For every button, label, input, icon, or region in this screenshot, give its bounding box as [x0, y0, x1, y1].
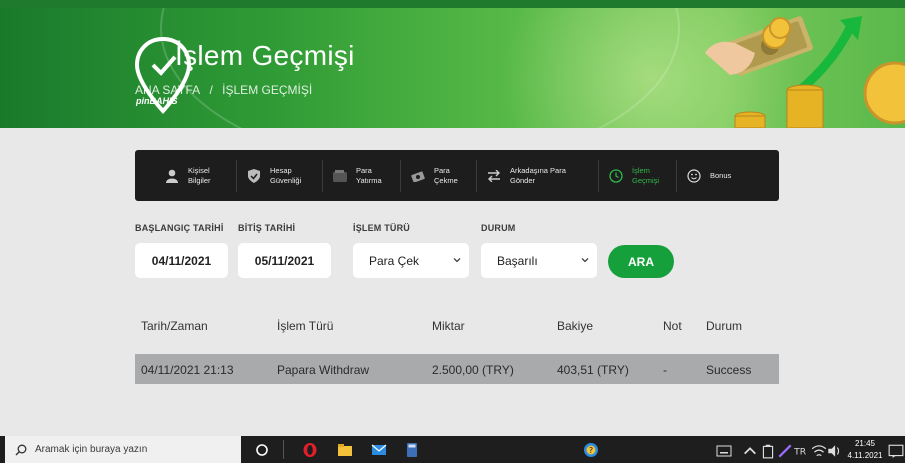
menu-label: Kişisel Bilgiler: [188, 165, 211, 185]
battery-icon[interactable]: [760, 443, 776, 459]
cell-status: Success: [706, 363, 752, 377]
svg-text:?: ?: [589, 446, 593, 455]
transaction-type-select[interactable]: Para Çek: [353, 243, 469, 278]
status-label: DURUM: [481, 223, 516, 233]
column-header-status: Durum: [706, 319, 743, 333]
wifi-icon[interactable]: [811, 443, 827, 459]
menu-item-bonus[interactable]: Bonus: [677, 160, 739, 192]
column-header-balance: Bakiye: [557, 319, 594, 333]
top-strip: [0, 0, 905, 8]
menu-item-personal-info[interactable]: Kişisel Bilgiler: [135, 159, 237, 192]
breadcrumb-separator: /: [209, 83, 213, 97]
taskbar-search-box[interactable]: Aramak için buraya yazın: [5, 436, 241, 463]
cell-amount: 2.500,00 (TRY): [432, 363, 514, 377]
menu-label: Para Yatırma: [356, 165, 382, 185]
column-header-note: Not: [663, 319, 682, 333]
page-banner: İşlem Geçmişi ANA SAYFA / İŞLEM GEÇMİŞİ …: [0, 8, 905, 128]
search-button[interactable]: ARA: [608, 245, 674, 278]
breadcrumb-current: İŞLEM GEÇMİŞİ: [222, 83, 313, 97]
start-date-label: BAŞLANGIÇ TARİHİ: [135, 223, 224, 233]
shield-icon: [245, 168, 263, 183]
cell-note: -: [663, 363, 667, 377]
calculator-icon[interactable]: [404, 442, 420, 458]
search-icon: [15, 444, 27, 455]
taskbar-clock[interactable]: 21:45 4.11.2021: [845, 438, 885, 462]
end-date-label: BİTİŞ TARİHİ: [238, 223, 296, 233]
status-value: Başarılı: [497, 253, 538, 268]
account-menu: Kişisel Bilgiler Hesap Güvenliği Para Ya…: [135, 150, 779, 201]
menu-item-account-security[interactable]: Hesap Güvenliği: [237, 159, 323, 192]
pen-icon[interactable]: [777, 443, 793, 459]
chevron-down-icon: [453, 258, 461, 263]
wallet-icon: [331, 169, 349, 183]
cell-datetime: 04/11/2021 21:13: [141, 363, 234, 377]
column-header-type: İşlem Türü: [277, 319, 334, 333]
smiley-icon: [685, 168, 703, 183]
chevron-up-icon[interactable]: [742, 443, 758, 459]
menu-label: Arkadaşına Para Gönder: [510, 165, 566, 185]
transaction-type-value: Para Çek: [369, 253, 420, 268]
language-icon[interactable]: TR: [793, 443, 809, 459]
svg-text:TR: TR: [793, 447, 807, 457]
volume-icon[interactable]: [826, 443, 842, 459]
cortana-icon[interactable]: [254, 442, 270, 458]
windows-taskbar: Aramak için buraya yazın ? TR 21:45 4.11…: [0, 436, 905, 463]
brand-logo-text: pinBAHIS: [136, 96, 178, 106]
menu-label: İşlem Geçmişi: [632, 165, 660, 185]
cash-withdraw-icon: [409, 169, 427, 183]
start-date-input[interactable]: 04/11/2021: [135, 243, 228, 278]
menu-item-send-money[interactable]: Arkadaşına Para Gönder: [477, 159, 599, 192]
menu-label: Para Çekme: [434, 165, 458, 185]
menu-item-withdraw[interactable]: Para Çekme: [401, 159, 477, 192]
taskbar-search-placeholder: Aramak için buraya yazın: [35, 444, 148, 455]
help-icon[interactable]: ?: [583, 442, 599, 458]
taskbar-separator: [283, 440, 284, 459]
keyboard-icon[interactable]: [716, 443, 732, 459]
money-illustration: [705, 16, 905, 128]
file-explorer-icon[interactable]: [337, 442, 353, 458]
breadcrumb-home[interactable]: ANA SAYFA: [135, 83, 200, 97]
page-title: İşlem Geçmişi: [175, 40, 355, 71]
column-header-datetime: Tarih/Zaman: [141, 319, 208, 333]
end-date-input[interactable]: 05/11/2021: [238, 243, 331, 278]
clock-date: 4.11.2021: [847, 451, 883, 460]
status-select[interactable]: Başarılı: [481, 243, 597, 278]
clock-time: 21:45: [854, 439, 876, 448]
transaction-type-label: İŞLEM TÜRÜ: [353, 223, 410, 233]
menu-label: Hesap Güvenliği: [270, 165, 302, 185]
chevron-down-icon: [581, 258, 589, 263]
breadcrumb: ANA SAYFA / İŞLEM GEÇMİŞİ: [135, 83, 318, 97]
mail-icon[interactable]: [371, 442, 387, 458]
cell-type: Papara Withdraw: [277, 363, 370, 377]
menu-label: Bonus: [710, 170, 732, 180]
user-icon: [163, 169, 181, 183]
menu-item-transaction-history[interactable]: İşlem Geçmişi: [599, 159, 677, 192]
history-icon: [607, 168, 625, 183]
cell-balance: 403,51 (TRY): [557, 363, 629, 377]
transfer-icon: [485, 169, 503, 183]
opera-icon[interactable]: [302, 442, 318, 458]
menu-item-deposit[interactable]: Para Yatırma: [323, 159, 401, 192]
notification-icon[interactable]: [888, 443, 904, 459]
column-header-amount: Miktar: [432, 319, 465, 333]
